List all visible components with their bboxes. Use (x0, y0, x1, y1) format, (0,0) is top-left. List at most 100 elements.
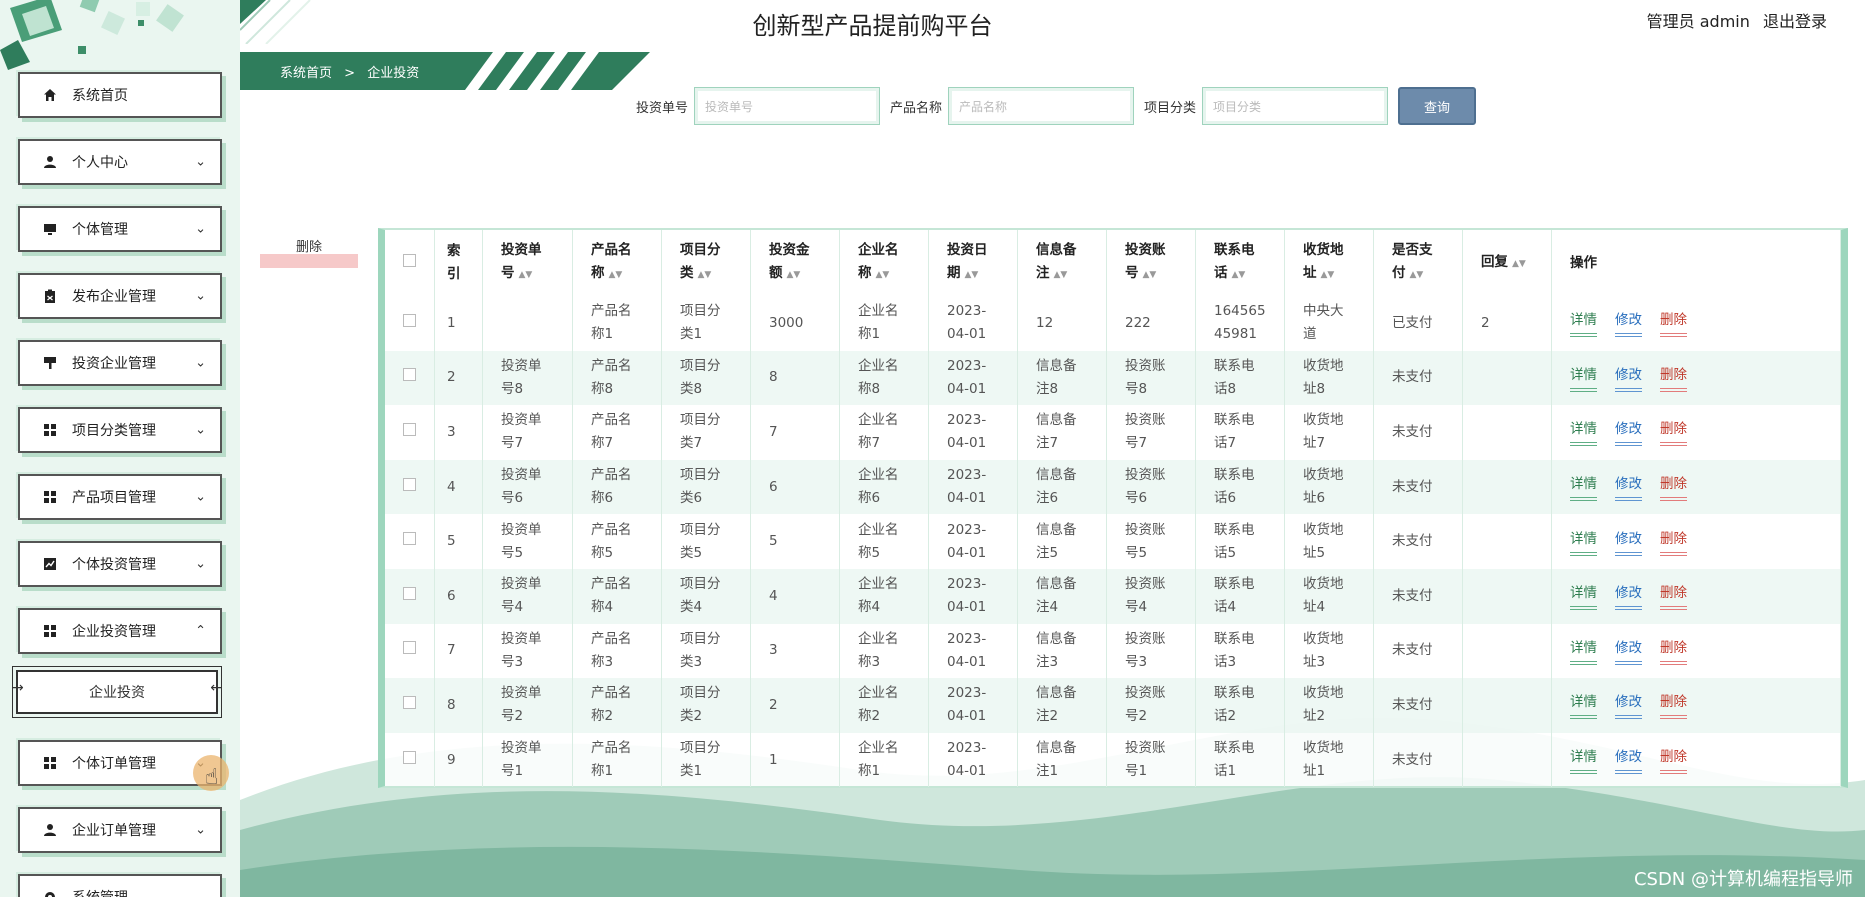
cell-category: 项目分类1 (661, 296, 751, 351)
cell-date: 2023-04-01 (928, 296, 1018, 351)
edit-button[interactable]: 修改 (1615, 528, 1642, 556)
edit-button[interactable]: 修改 (1615, 473, 1642, 502)
column-header[interactable]: 联系电话 ▲▼ (1195, 230, 1285, 296)
sidebar-item-label: 产品项目管理 (72, 490, 156, 506)
paint-roller-icon (42, 355, 58, 371)
cell-reply (1462, 459, 1552, 515)
sidebar-item-label: 企业投资管理 (72, 624, 156, 640)
cell-reply (1462, 405, 1552, 460)
delete-button[interactable]: 删除 (1660, 691, 1687, 720)
sidebar-item-individual-invest[interactable]: 个体投资管理 ⌄ (18, 541, 222, 587)
sidebar-item-company-order[interactable]: 企业订单管理 ⌄ (18, 807, 222, 853)
edit-button[interactable]: 修改 (1615, 691, 1642, 720)
detail-button[interactable]: 详情 (1570, 473, 1597, 502)
cell-invest-no: 投资单号5 (482, 514, 573, 569)
batch-delete-button[interactable]: 删除 (260, 236, 358, 268)
cell-product: 产品名称4 (572, 568, 662, 624)
row-checkbox[interactable] (385, 732, 435, 788)
edit-button[interactable]: 修改 (1615, 582, 1642, 611)
cell-note: 信息备注6 (1017, 459, 1107, 515)
sidebar-item-label: 个体订单管理 (72, 756, 156, 772)
search-button[interactable]: 查询 (1398, 87, 1477, 125)
delete-button[interactable]: 删除 (1660, 418, 1687, 447)
chevron-down-icon: ⌄ (195, 288, 206, 304)
sidebar-item-system[interactable]: 系统管理 ⌄ (18, 874, 222, 897)
delete-button[interactable]: 删除 (1660, 637, 1687, 665)
detail-button[interactable]: 详情 (1570, 418, 1597, 447)
chevron-down-icon: ⌄ (195, 154, 206, 170)
sort-icon: ▲▼ (1320, 270, 1335, 280)
row-checkbox[interactable] (385, 514, 435, 569)
row-checkbox[interactable] (385, 350, 435, 406)
column-header[interactable]: 回复 ▲▼ (1462, 230, 1552, 296)
sidebar-item-publish-company[interactable]: 发布企业管理 ⌄ (18, 273, 222, 319)
detail-button[interactable]: 详情 (1570, 746, 1597, 775)
select-all-checkbox[interactable] (385, 230, 435, 296)
detail-button[interactable]: 详情 (1570, 364, 1597, 392)
delete-underline (260, 254, 358, 268)
cell-actions: 详情 修改 删除 (1551, 514, 1841, 569)
sidebar-item-label: 系统管理 (72, 887, 128, 897)
detail-button[interactable]: 详情 (1570, 309, 1597, 338)
sidebar-item-product-project[interactable]: 产品项目管理 ⌄ (18, 474, 222, 520)
cell-product: 产品名称7 (572, 405, 662, 460)
column-header[interactable]: 投资金额 ▲▼ (750, 230, 840, 296)
breadcrumb-home[interactable]: 系统首页 (280, 66, 332, 81)
column-header[interactable]: 信息备注 ▲▼ (1017, 230, 1107, 296)
cell-company: 企业名称7 (839, 405, 929, 460)
row-checkbox[interactable] (385, 623, 435, 679)
edit-button[interactable]: 修改 (1615, 309, 1642, 338)
delete-button[interactable]: 删除 (1660, 309, 1687, 338)
cell-product: 产品名称3 (572, 623, 662, 679)
cell-company: 企业名称3 (839, 623, 929, 679)
cell-product: 产品名称1 (572, 732, 662, 788)
column-header[interactable]: 企业名称 ▲▼ (839, 230, 929, 296)
detail-button[interactable]: 详情 (1570, 528, 1597, 556)
detail-button[interactable]: 详情 (1570, 637, 1597, 665)
sidebar-item-individual[interactable]: 个体管理 ⌄ (18, 206, 222, 252)
column-header[interactable]: 项目分类 ▲▼ (661, 230, 751, 296)
sidebar-item-home[interactable]: 系统首页 (18, 72, 222, 118)
cell-reply: 2 (1462, 296, 1552, 351)
table-row: 4 投资单号6 产品名称6 项目分类6 6 企业名称6 2023-04-01 信… (385, 459, 1841, 515)
column-header[interactable]: 投资账号 ▲▼ (1106, 230, 1196, 296)
row-checkbox[interactable] (385, 405, 435, 460)
edit-button[interactable]: 修改 (1615, 637, 1642, 665)
product-name-input[interactable]: 产品名称 (948, 87, 1135, 125)
column-header[interactable]: 投资单号 ▲▼ (482, 230, 573, 296)
sidebar-item-invest-company[interactable]: 投资企业管理 ⌄ (18, 340, 222, 386)
cell-phone: 联系电话7 (1195, 405, 1285, 460)
sidebar-subitem-company-invest[interactable]: → 企业投资 ← (12, 666, 222, 718)
row-checkbox[interactable] (385, 568, 435, 624)
sidebar-item-project-category[interactable]: 项目分类管理 ⌄ (18, 407, 222, 453)
edit-button[interactable]: 修改 (1615, 746, 1642, 775)
cell-address: 收货地址5 (1284, 514, 1374, 569)
detail-button[interactable]: 详情 (1570, 691, 1597, 720)
sidebar-item-individual-order[interactable]: 个体订单管理 ⌄ (18, 740, 222, 786)
delete-button[interactable]: 删除 (1660, 528, 1687, 556)
sidebar-item-company-invest[interactable]: 企业投资管理 ⌃ (18, 608, 222, 654)
delete-button[interactable]: 删除 (1660, 473, 1687, 502)
delete-button[interactable]: 删除 (1660, 582, 1687, 611)
cell-amount: 4 (750, 568, 840, 624)
cell-note: 信息备注3 (1017, 623, 1107, 679)
cell-actions: 详情 修改 删除 (1551, 459, 1841, 515)
column-header[interactable]: 产品名称 ▲▼ (572, 230, 662, 296)
delete-button[interactable]: 删除 (1660, 746, 1687, 775)
edit-button[interactable]: 修改 (1615, 418, 1642, 447)
delete-button[interactable]: 删除 (1660, 364, 1687, 392)
chevron-down-icon: ⌄ (195, 489, 206, 505)
sidebar-item-personal-center[interactable]: 个人中心 ⌄ (18, 139, 222, 185)
category-input[interactable]: 项目分类 (1202, 87, 1389, 125)
cell-paid: 未支付 (1373, 459, 1463, 515)
detail-button[interactable]: 详情 (1570, 582, 1597, 611)
column-header[interactable]: 是否支付 ▲▼ (1373, 230, 1463, 296)
column-header[interactable]: 投资日期 ▲▼ (928, 230, 1018, 296)
row-checkbox[interactable] (385, 678, 435, 733)
row-checkbox[interactable] (385, 459, 435, 515)
invest-no-input[interactable]: 投资单号 (694, 87, 881, 125)
row-checkbox[interactable] (385, 296, 435, 351)
logout-button[interactable]: 退出登录 (1763, 12, 1827, 31)
edit-button[interactable]: 修改 (1615, 364, 1642, 392)
column-header[interactable]: 收货地址 ▲▼ (1284, 230, 1374, 296)
